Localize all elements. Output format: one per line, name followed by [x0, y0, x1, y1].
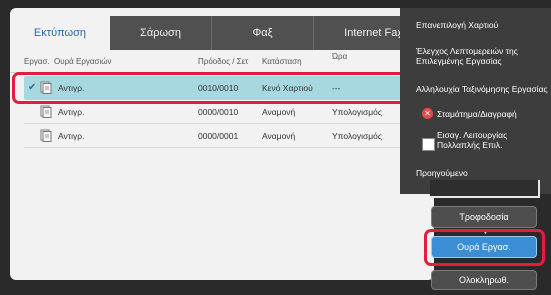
job-table-header: Εργασ. Ουρά Εργασιών Πρόοδος / Σετ Κατάσ…	[10, 50, 434, 73]
menu-item-stop-delete[interactable]: Σταμάτημα/Διαγραφή	[437, 109, 547, 119]
button-frame	[430, 180, 540, 198]
job-time: Υπολογισμός	[332, 131, 382, 141]
column-header-time: Ώρα	[332, 52, 348, 61]
job-type: Αντιγρ.	[58, 107, 85, 117]
copy-job-icon	[40, 105, 52, 118]
menu-item-job-order[interactable]: Αλληλουχία Ταξινόμησης Εργασίας	[416, 84, 548, 94]
column-header-job: Εργασ.	[24, 57, 50, 66]
menu-item-previous[interactable]: Προηγούμενο	[416, 168, 548, 178]
table-row[interactable]: Αντιγρ. 0000/0001 Αναμονή Υπολογισμός	[24, 124, 422, 148]
completed-button[interactable]: Ολοκληρωθ.	[431, 270, 537, 290]
job-status-panel: Εκτύπωση Σάρωση Φαξ Internet Fax Εργασ. …	[10, 8, 434, 280]
job-type: Αντιγρ.	[58, 131, 85, 141]
menu-item-multi-select[interactable]: Εισαγ. Λειτουργίας Πολλαπλής Επιλ.	[437, 130, 547, 150]
screen: Εκτύπωση Σάρωση Φαξ Internet Fax Εργασ. …	[0, 0, 551, 295]
action-menu: Επανεπιλογή Χαρτιού Έλεγχος Λεπτομερειών…	[400, 8, 551, 194]
menu-item-reselect-paper[interactable]: Επανεπιλογή Χαρτιού	[416, 20, 548, 30]
selected-row-highlight	[12, 72, 418, 104]
tab-fax[interactable]: Φαξ	[212, 16, 314, 50]
menu-item-check-details[interactable]: Έλεγχος Λεπτομερειών της Επιλεγμένης Εργ…	[416, 46, 548, 66]
column-header-status: Κατάσταση	[262, 57, 302, 66]
tab-print[interactable]: Εκτύπωση	[10, 16, 110, 50]
column-header-progress: Πρόοδος / Σετ	[198, 57, 249, 66]
queue-button-highlight	[424, 229, 545, 266]
job-progress: 0000/0010	[198, 107, 239, 117]
mode-tabs: Εκτύπωση Σάρωση Φαξ Internet Fax	[10, 16, 434, 50]
job-status: Αναμονή	[262, 107, 296, 117]
supply-button[interactable]: Τροφοδοσία	[431, 206, 537, 228]
column-header-queue: Ουρά Εργασιών	[54, 57, 112, 66]
stop-delete-icon: ✕	[422, 108, 433, 119]
job-time: Υπολογισμός	[332, 107, 382, 117]
job-progress: 0000/0001	[198, 131, 239, 141]
multi-select-checkbox[interactable]	[422, 138, 435, 151]
job-status: Αναμονή	[262, 131, 296, 141]
copy-job-icon	[40, 129, 52, 142]
tab-scan[interactable]: Σάρωση	[110, 16, 212, 50]
